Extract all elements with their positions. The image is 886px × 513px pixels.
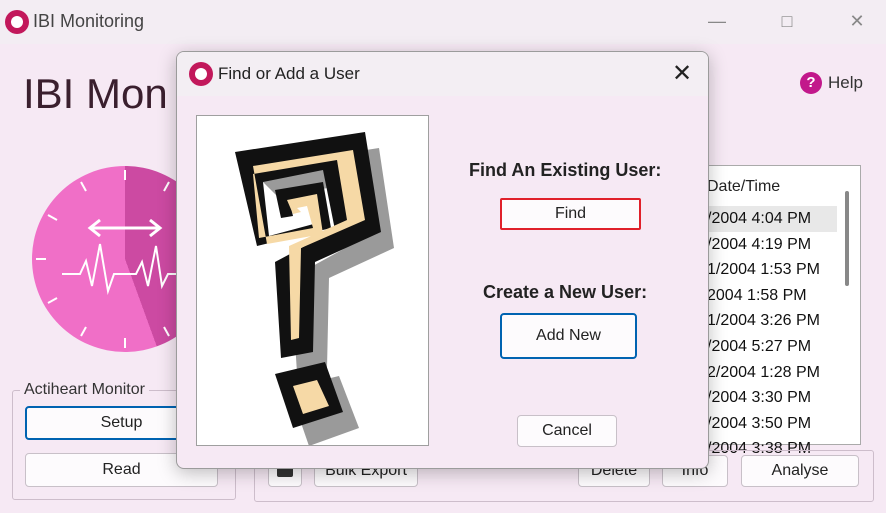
dialog-titlebar: Find or Add a User ✕: [177, 52, 708, 96]
find-heading: Find An Existing User:: [469, 160, 662, 180]
list-item[interactable]: 2/2004 1:28 PM: [707, 360, 837, 386]
column-header-datetime[interactable]: Date/Time: [707, 178, 780, 196]
question-mark-image: [196, 115, 429, 446]
analyse-button[interactable]: Analyse: [741, 455, 859, 487]
create-heading: Create a New User:: [483, 282, 648, 302]
list-item[interactable]: /2004 4:19 PM: [707, 232, 837, 258]
app-title: IBI Monitoring: [33, 11, 145, 31]
add-new-button[interactable]: Add New: [500, 313, 637, 359]
page-title: IBI Mon: [23, 70, 168, 117]
list-item[interactable]: /2004 3:50 PM: [707, 411, 837, 437]
minimize-icon[interactable]: —: [695, 6, 739, 36]
find-button[interactable]: Find: [500, 198, 641, 230]
records-list[interactable]: Date/Time /2004 4:04 PM /2004 4:19 PM 1/…: [696, 165, 861, 457]
list-item[interactable]: 1/2004 1:53 PM: [707, 257, 837, 283]
maximize-icon[interactable]: □: [765, 6, 809, 36]
list-item[interactable]: 2004 1:58 PM: [707, 283, 837, 309]
list-item[interactable]: /2004 3:30 PM: [707, 385, 837, 411]
list-scrollbar[interactable]: [845, 191, 849, 286]
close-icon[interactable]: ✕: [835, 6, 879, 36]
app-titlebar: IBI Monitoring — □ ✕: [0, 0, 886, 44]
app-heart-icon: [5, 10, 29, 34]
help-button[interactable]: ? Help: [800, 72, 863, 94]
cancel-button[interactable]: Cancel: [517, 415, 617, 447]
dialog-title: Find or Add a User: [218, 64, 360, 83]
actiheart-group-label: Actiheart Monitor: [20, 381, 149, 399]
list-item[interactable]: /2004 4:04 PM: [707, 206, 837, 232]
list-item[interactable]: /2004 5:27 PM: [707, 334, 837, 360]
list-item[interactable]: 1/2004 3:26 PM: [707, 308, 837, 334]
dialog-heart-icon: [189, 62, 213, 86]
help-label: Help: [828, 73, 863, 92]
help-icon: ?: [800, 72, 822, 94]
dialog-close-icon[interactable]: ✕: [666, 60, 698, 88]
records-rows: /2004 4:04 PM /2004 4:19 PM 1/2004 1:53 …: [707, 206, 837, 462]
find-or-add-user-dialog: Find or Add a User ✕ Find An Existing Us…: [176, 51, 709, 469]
